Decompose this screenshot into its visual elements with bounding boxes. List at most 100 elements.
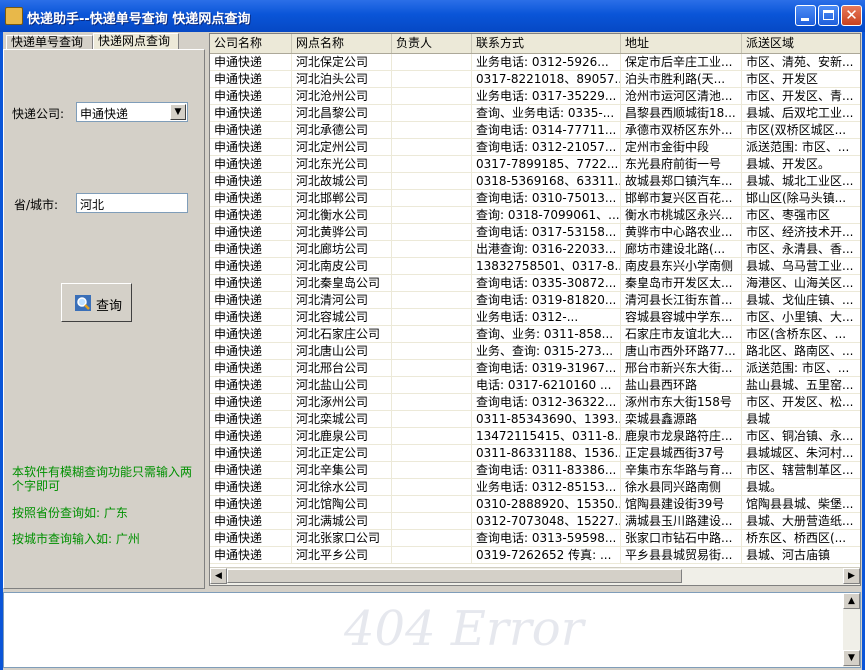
table-row[interactable]: 申通快递 河北平乡公司 0319-7262652 传真: ... 平乡县县城贸易街..…: [210, 547, 860, 564]
table-cell: 唐山市西外环路77...: [621, 343, 742, 360]
table-row[interactable]: 申通快递 河北泊头公司 0317-8221018、89057... 泊头市胜利路(天.…: [210, 71, 860, 88]
city-label: 省/城市:: [14, 198, 59, 212]
table-cell: 申通快递: [210, 258, 292, 275]
scroll-down-icon[interactable]: ▼: [843, 650, 860, 666]
column-header[interactable]: 派送区域: [742, 34, 860, 53]
table-cell: 查询电话: 0314-77711...: [472, 122, 621, 139]
scroll-thumb[interactable]: [227, 569, 682, 583]
table-cell: 县城、戈仙庄镇、...: [742, 292, 860, 309]
table-cell: 河北唐山公司: [292, 343, 392, 360]
table-cell: 市区、经济技术开...: [742, 224, 860, 241]
window-title: 快递助手--快递单号查询 快递网点查询: [27, 12, 251, 27]
table-cell: 派送范围: 市区、...: [742, 139, 860, 156]
table-cell: 海港区、山海关区...: [742, 275, 860, 292]
company-select[interactable]: 申通快递 ▼: [76, 102, 188, 122]
table-cell: [392, 547, 472, 564]
table-row[interactable]: 申通快递 河北辛集公司 查询电话: 0311-83386... 辛集市东华路与育...…: [210, 462, 860, 479]
table-cell: 辛集市东华路与育...: [621, 462, 742, 479]
table-cell: 申通快递: [210, 71, 292, 88]
scroll-up-icon[interactable]: ▲: [843, 593, 860, 609]
column-header[interactable]: 公司名称: [210, 34, 292, 53]
table-cell: 申通快递: [210, 241, 292, 258]
tab-tracking-query[interactable]: 快递单号查询: [6, 35, 93, 49]
results-table[interactable]: 公司名称 网点名称 负责人 联系方式 地址 派送区域 申通快递 河北保定公司 业务电话: 03…: [209, 33, 861, 586]
table-row[interactable]: 申通快递 河北定州公司 查询电话: 0312-21057... 定州市金街中段 派送范围…: [210, 139, 860, 156]
table-row[interactable]: 申通快递 河北满城公司 0312-7073048、15227... 满城县玉川路建设.…: [210, 513, 860, 530]
table-cell: 查询、业务: 0311-858...: [472, 326, 621, 343]
maximize-button[interactable]: [818, 5, 839, 26]
table-cell: 石家庄市友谊北大...: [621, 326, 742, 343]
table-cell: 市区、辖营制革区...: [742, 462, 860, 479]
close-button[interactable]: ✕: [841, 5, 862, 26]
table-cell: 满城县玉川路建设...: [621, 513, 742, 530]
table-row[interactable]: 申通快递 河北黄骅公司 查询电话: 0317-53158... 黄骅市中心路农业...…: [210, 224, 860, 241]
table-body: 申通快递 河北保定公司 业务电话: 0312-5926... 保定市后辛庄工业... 市…: [210, 54, 860, 570]
company-label: 快递公司:: [12, 107, 65, 121]
table-cell: 泊头市胜利路(天...: [621, 71, 742, 88]
table-cell: [392, 156, 472, 173]
table-row[interactable]: 申通快递 河北正定公司 0311-86331188、1536... 正定县城西街37号…: [210, 445, 860, 462]
scroll-left-icon[interactable]: ◀: [210, 568, 227, 584]
query-button[interactable]: 查询: [61, 283, 132, 322]
table-cell: 市区、小里镇、大...: [742, 309, 860, 326]
table-cell: 馆陶县建设街39号: [621, 496, 742, 513]
table-cell: 市区、清苑、安新...: [742, 54, 860, 71]
table-cell: 市区(双桥区城区...: [742, 122, 860, 139]
table-cell: 承德市双桥区东外...: [621, 122, 742, 139]
table-row[interactable]: 申通快递 河北栾城公司 0311-85343690、1393... 栾城县鑫源路 县城: [210, 411, 860, 428]
vertical-scrollbar[interactable]: ▲ ▼: [843, 593, 860, 667]
table-row[interactable]: 申通快递 河北廊坊公司 出港查询: 0316-22033... 廊坊市建设北路(...…: [210, 241, 860, 258]
chevron-down-icon[interactable]: ▼: [170, 104, 186, 120]
table-row[interactable]: 申通快递 河北邯郸公司 查询电话: 0310-75013... 邯郸市复兴区百花...…: [210, 190, 860, 207]
table-row[interactable]: 申通快递 河北承德公司 查询电话: 0314-77711... 承德市双桥区东外...…: [210, 122, 860, 139]
table-row[interactable]: 申通快递 河北故城公司 0318-5369168、63311... 故城县郑口镇汽车.…: [210, 173, 860, 190]
table-row[interactable]: 申通快递 河北邢台公司 查询电话: 0319-31967... 邢台市新兴东大街...…: [210, 360, 860, 377]
table-row[interactable]: 申通快递 河北容城公司 业务电话: 0312-... 容城县容城中学东... 市区、小里…: [210, 309, 860, 326]
table-cell: [392, 122, 472, 139]
table-row[interactable]: 申通快递 河北衡水公司 查询: 0318-7099061、... 衡水市桃城区永兴..…: [210, 207, 860, 224]
table-cell: 河北廊坊公司: [292, 241, 392, 258]
column-header[interactable]: 地址: [621, 34, 742, 53]
city-input[interactable]: 河北: [76, 193, 188, 213]
table-cell: 申通快递: [210, 309, 292, 326]
tab-branch-query[interactable]: 快递网点查询: [93, 33, 179, 49]
table-row[interactable]: 申通快递 河北东光公司 0317-7899185、7722... 东光县府前街一号 县城…: [210, 156, 860, 173]
column-header[interactable]: 负责人: [392, 34, 472, 53]
table-cell: 13832758501、0317-8...: [472, 258, 621, 275]
table-cell: [392, 513, 472, 530]
table-cell: 鹿泉市龙泉路符庄...: [621, 428, 742, 445]
table-row[interactable]: 申通快递 河北清河公司 查询电话: 0319-81820... 清河县长江街东首...…: [210, 292, 860, 309]
table-row[interactable]: 申通快递 河北张家口公司 查询电话: 0313-59598... 张家口市钻石中路..…: [210, 530, 860, 547]
table-row[interactable]: 申通快递 河北昌黎公司 查询、业务电话: 0335-... 昌黎县西顺城街18... 县…: [210, 105, 860, 122]
table-cell: 市区、开发区、青...: [742, 88, 860, 105]
table-row[interactable]: 申通快递 河北鹿泉公司 13472115415、0311-8... 鹿泉市龙泉路符庄.…: [210, 428, 860, 445]
table-cell: 衡水市桃城区永兴...: [621, 207, 742, 224]
table-row[interactable]: 申通快递 河北馆陶公司 0310-2888920、15350... 馆陶县建设街39号…: [210, 496, 860, 513]
table-cell: 申通快递: [210, 462, 292, 479]
table-row[interactable]: 申通快递 河北唐山公司 业务、查询: 0315-273... 唐山市西外环路77...…: [210, 343, 860, 360]
table-cell: 查询电话: 0319-81820...: [472, 292, 621, 309]
table-row[interactable]: 申通快递 河北秦皇岛公司 查询电话: 0335-30872... 秦皇岛市开发区太..…: [210, 275, 860, 292]
search-icon: [75, 295, 91, 311]
output-textarea[interactable]: 404 Error ▲ ▼: [3, 592, 861, 668]
horizontal-scrollbar[interactable]: ◀ ▶: [210, 567, 860, 585]
table-row[interactable]: 申通快递 河北盐山公司 电话: 0317-6210160 ... 盐山县西环路 盐山县城…: [210, 377, 860, 394]
table-row[interactable]: 申通快递 河北沧州公司 业务电话: 0317-35229... 沧州市运河区清池...…: [210, 88, 860, 105]
scroll-right-icon[interactable]: ▶: [843, 568, 860, 584]
table-cell: 0312-7073048、15227...: [472, 513, 621, 530]
table-cell: 河北徐水公司: [292, 479, 392, 496]
column-header[interactable]: 联系方式: [472, 34, 621, 53]
table-row[interactable]: 申通快递 河北徐水公司 业务电话: 0312-85153... 徐水县同兴路南侧 县城。: [210, 479, 860, 496]
table-row[interactable]: 申通快递 河北涿州公司 查询电话: 0312-36322... 涿州市东大街158号市…: [210, 394, 860, 411]
table-cell: 县城、开发区。: [742, 156, 860, 173]
tab-strip: 快递单号查询 快递网点查询: [3, 33, 205, 49]
table-row[interactable]: 申通快递 河北石家庄公司 查询、业务: 0311-858... 石家庄市友谊北大...…: [210, 326, 860, 343]
table-cell: 申通快递: [210, 513, 292, 530]
table-cell: [392, 241, 472, 258]
watermark: 404 Error: [344, 601, 584, 657]
column-header[interactable]: 网点名称: [292, 34, 392, 53]
table-row[interactable]: 申通快递 河北南皮公司 13832758501、0317-8... 南皮县东兴小学南侧…: [210, 258, 860, 275]
table-cell: 邯山区(除马头镇...: [742, 190, 860, 207]
table-row[interactable]: 申通快递 河北保定公司 业务电话: 0312-5926... 保定市后辛庄工业... 市…: [210, 54, 860, 71]
minimize-button[interactable]: [795, 5, 816, 26]
